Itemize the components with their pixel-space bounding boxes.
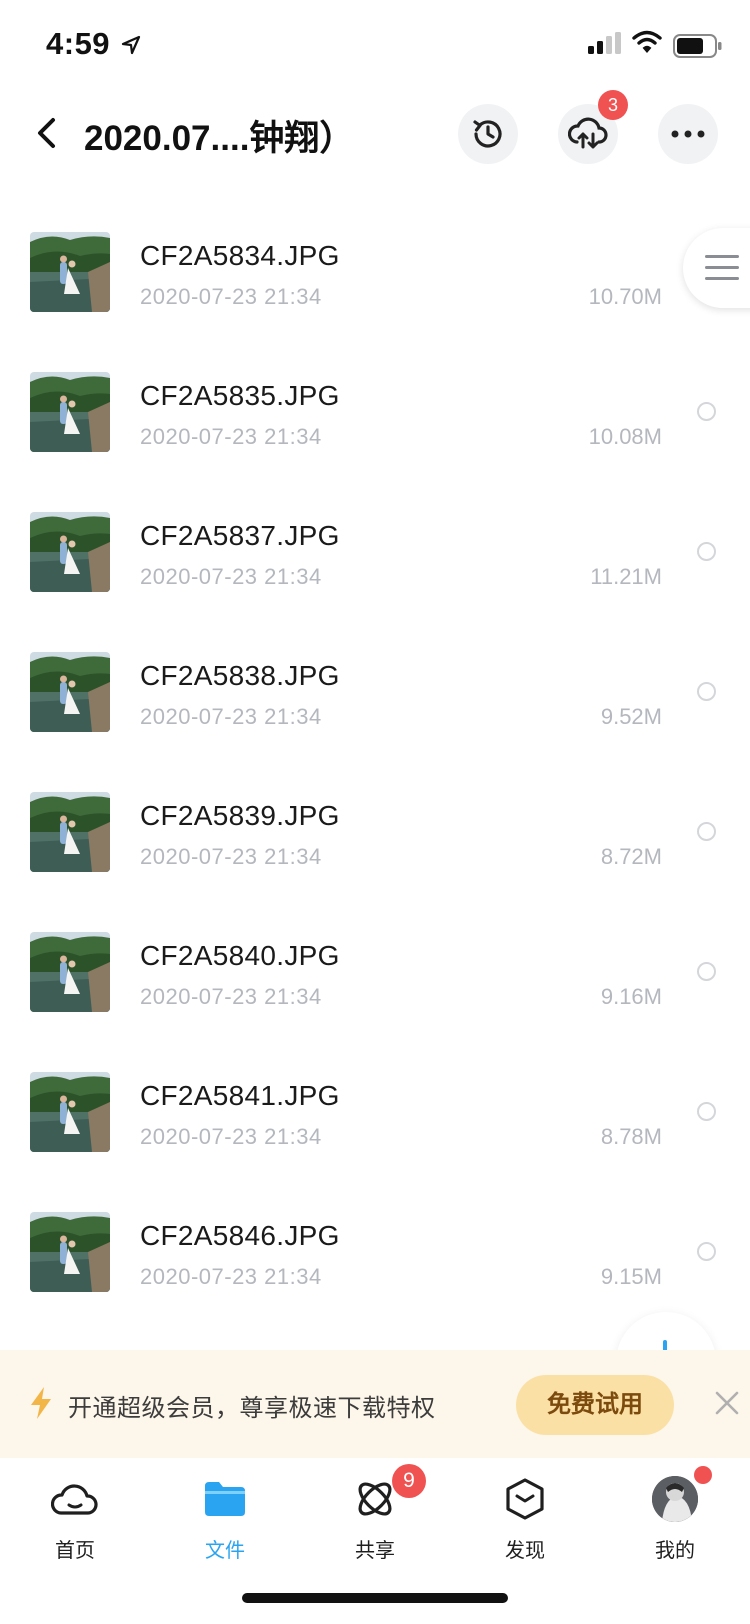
tab-home-label: 首页 [55, 1540, 95, 1562]
file-row[interactable]: CF2A5837.JPG 2020-07-23 21:34 11.21M [0, 490, 750, 630]
battery-icon [673, 34, 722, 58]
file-name: CF2A5839.JPG [140, 800, 340, 831]
location-arrow-icon [121, 35, 141, 55]
image-thumbnail [30, 1072, 110, 1152]
avatar [652, 1476, 698, 1522]
file-date: 2020-07-23 21:34 [140, 564, 322, 589]
file-row[interactable]: CF2A5841.JPG 2020-07-23 21:34 8.78M [0, 1050, 750, 1190]
cloud-home-icon [48, 1472, 102, 1526]
more-dots-icon [671, 130, 705, 138]
file-row[interactable]: CF2A5834.JPG 2020-07-23 21:34 10.70M [0, 210, 750, 350]
image-thumbnail [30, 652, 110, 732]
page-title: 2020.07....钟翔） [84, 119, 355, 158]
file-row[interactable]: CF2A5839.JPG 2020-07-23 21:34 8.72M [0, 770, 750, 910]
file-size: 9.16M [600, 984, 662, 1009]
cellular-signal-icon [588, 32, 621, 54]
select-checkbox[interactable] [697, 542, 716, 561]
file-size: 9.52M [600, 704, 662, 729]
back-button[interactable] [22, 108, 72, 158]
select-checkbox[interactable] [697, 822, 716, 841]
file-name: CF2A5840.JPG [140, 940, 340, 971]
file-size: 9.15M [600, 1264, 662, 1289]
image-thumbnail [30, 792, 110, 872]
file-size: 10.70M [588, 284, 662, 309]
file-name: CF2A5837.JPG [140, 520, 340, 551]
lightning-icon [31, 1387, 51, 1419]
file-list: CF2A5834.JPG 2020-07-23 21:34 10.70M CF2… [0, 210, 750, 1330]
file-name: CF2A5846.JPG [140, 1220, 340, 1251]
discover-box-icon [498, 1472, 552, 1526]
folder-icon [198, 1472, 252, 1526]
image-thumbnail [30, 512, 110, 592]
select-checkbox[interactable] [697, 1102, 716, 1121]
file-date: 2020-07-23 21:34 [140, 704, 322, 729]
tab-files[interactable]: 文件 [170, 1472, 280, 1592]
select-checkbox[interactable] [697, 1242, 716, 1261]
image-thumbnail [30, 932, 110, 1012]
tab-discover-label: 发现 [505, 1540, 545, 1562]
tab-me-label: 我的 [655, 1540, 695, 1562]
file-size: 8.78M [600, 1124, 662, 1149]
file-name: CF2A5834.JPG [140, 240, 340, 271]
file-date: 2020-07-23 21:34 [140, 1264, 322, 1289]
notification-dot [694, 1466, 712, 1484]
file-row[interactable]: CF2A5835.JPG 2020-07-23 21:34 10.08M [0, 350, 750, 490]
transfer-badge: 3 [598, 90, 628, 120]
promo-text: 开通超级会员，尊享极速下载特权 [68, 1395, 436, 1422]
select-checkbox[interactable] [697, 402, 716, 421]
select-checkbox[interactable] [697, 682, 716, 701]
share-badge: 9 [392, 1464, 426, 1498]
file-date: 2020-07-23 21:34 [140, 1124, 322, 1149]
image-thumbnail [30, 1212, 110, 1292]
more-button[interactable] [658, 104, 718, 164]
file-size: 10.08M [588, 424, 662, 449]
history-icon [473, 120, 502, 148]
file-name: CF2A5841.JPG [140, 1080, 340, 1111]
file-name: CF2A5838.JPG [140, 660, 340, 691]
tab-home[interactable]: 首页 [20, 1472, 130, 1592]
image-thumbnail [30, 232, 110, 312]
history-button[interactable] [458, 104, 518, 164]
file-size: 8.72M [600, 844, 662, 869]
tab-share-label: 共享 [355, 1540, 395, 1562]
file-row[interactable]: CF2A5838.JPG 2020-07-23 21:34 9.52M [0, 630, 750, 770]
close-icon[interactable] [712, 1388, 742, 1418]
tab-discover[interactable]: 发现 [470, 1472, 580, 1592]
list-menu-icon [705, 255, 739, 280]
home-indicator [242, 1593, 508, 1603]
free-trial-button[interactable]: 免费试用 [516, 1375, 674, 1435]
header: 2020.07....钟翔） [0, 96, 750, 172]
file-size: 11.21M [590, 564, 662, 589]
select-checkbox[interactable] [697, 962, 716, 981]
cloud-transfer-icon [568, 117, 608, 149]
file-row[interactable]: CF2A5840.JPG 2020-07-23 21:34 9.16M [0, 910, 750, 1050]
wifi-icon [632, 30, 662, 54]
file-name: CF2A5835.JPG [140, 380, 340, 411]
status-time: 4:59 [46, 26, 111, 61]
file-row[interactable]: CF2A5846.JPG 2020-07-23 21:34 9.15M [0, 1190, 750, 1330]
image-thumbnail [30, 372, 110, 452]
tab-files-label: 文件 [205, 1540, 245, 1562]
file-date: 2020-07-23 21:34 [140, 284, 322, 309]
file-date: 2020-07-23 21:34 [140, 424, 322, 449]
vip-promo-bar: 开通超级会员，尊享极速下载特权 免费试用 [0, 1350, 750, 1458]
chevron-left-icon [38, 118, 55, 148]
tab-me[interactable]: 我的 [620, 1472, 730, 1592]
status-bar: 4:59 [0, 0, 750, 90]
file-date: 2020-07-23 21:34 [140, 844, 322, 869]
file-date: 2020-07-23 21:34 [140, 984, 322, 1009]
